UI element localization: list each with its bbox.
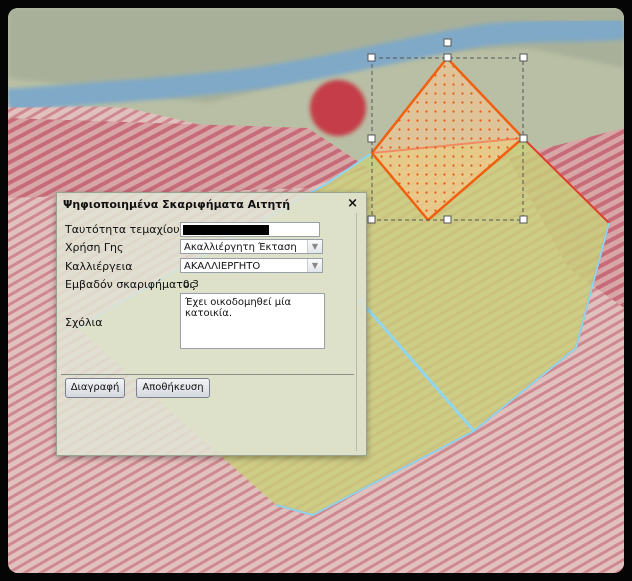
chevron-down-icon[interactable]: ▼ <box>307 259 322 272</box>
handle-ne[interactable] <box>519 53 528 62</box>
save-button[interactable]: Αποθήκευση <box>136 378 210 398</box>
chevron-down-icon[interactable]: ▼ <box>307 240 322 253</box>
cultivation-label: Καλλιέργεια <box>65 260 133 273</box>
handle-nw[interactable] <box>367 53 376 62</box>
screen-frame: Ψηφιοποιημένα Σκαριφήματα Αιτητή × Ταυτό… <box>0 0 632 581</box>
handle-sw[interactable] <box>367 215 376 224</box>
redacted-value <box>183 225 269 235</box>
handle-e[interactable] <box>519 134 528 143</box>
handle-w[interactable] <box>367 134 376 143</box>
land-use-value: Ακαλλιέργητη Έκταση <box>184 242 297 253</box>
parcel-id-field[interactable] <box>180 222 320 237</box>
sketch-dialog: Ψηφιοποιημένα Σκαριφήματα Αιτητή × Ταυτό… <box>56 192 367 456</box>
cultivation-value: ΑΚΑΛΛΙΕΡΓΗΤΟ <box>184 261 261 272</box>
comments-textarea[interactable]: Έχει οικοδομηθεί μία κατοικία. <box>180 293 325 349</box>
area-value: 0,3 <box>183 279 199 290</box>
cultivation-select[interactable]: ΑΚΑΛΛΙΕΡΓΗΤΟ ▼ <box>180 258 323 273</box>
dialog-divider <box>61 374 354 375</box>
handle-s[interactable] <box>443 215 452 224</box>
delete-button[interactable]: Διαγραφή <box>65 378 125 398</box>
land-use-select[interactable]: Ακαλλιέργητη Έκταση ▼ <box>180 239 323 254</box>
handle-se[interactable] <box>519 215 528 224</box>
close-icon[interactable]: × <box>347 196 358 211</box>
parcel-id-label: Ταυτότητα τεμαχίου <box>65 223 180 236</box>
handle-n[interactable] <box>443 53 452 62</box>
dialog-title: Ψηφιοποιημένα Σκαριφήματα Αιτητή <box>63 198 291 211</box>
comments-label: Σχόλια <box>65 316 103 329</box>
dialog-scrollbar[interactable] <box>356 213 364 451</box>
area-label: Εμβαδόν σκαριφήματος <box>65 278 197 291</box>
handle-rotate[interactable] <box>443 38 452 47</box>
land-use-label: Χρήση Γης <box>65 241 124 254</box>
tree-clump <box>310 80 366 136</box>
